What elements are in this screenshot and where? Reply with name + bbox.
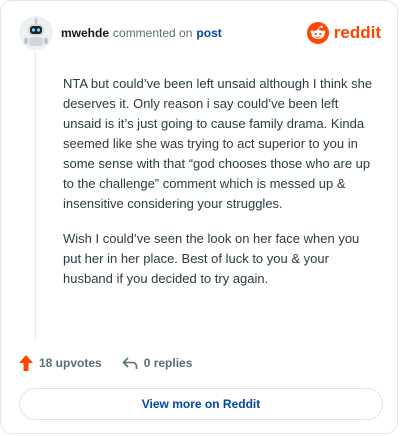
comment-actions: 18 upvotes 0 replies — [19, 353, 192, 373]
comment-header: mwehde commented on post reddit — [19, 15, 381, 51]
upvote-count: 18 upvotes — [39, 356, 102, 370]
comment-meta: mwehde commented on post — [61, 26, 222, 40]
comment-body: NTA but could’ve been left unsaid althou… — [63, 74, 373, 304]
action-text: commented on — [113, 26, 193, 40]
comment-paragraph: Wish I could’ve seen the look on her fac… — [63, 231, 360, 286]
upvote-arrow-icon — [19, 355, 33, 371]
view-more-button[interactable]: View more on Reddit — [19, 388, 383, 420]
thread-line — [35, 51, 36, 341]
reply-button[interactable]: 0 replies — [122, 356, 193, 370]
upvote-button[interactable]: 18 upvotes — [19, 355, 102, 371]
reply-count: 0 replies — [143, 356, 193, 370]
reddit-wordmark: reddit — [333, 23, 381, 42]
username-link[interactable]: mwehde — [61, 26, 109, 40]
comment-paragraph: NTA but could’ve been left unsaid althou… — [63, 76, 373, 211]
reddit-logo-icon — [306, 22, 329, 44]
reddit-brand[interactable]: reddit — [306, 22, 381, 44]
post-link[interactable]: post — [196, 26, 221, 40]
robot-avatar-icon[interactable] — [19, 16, 53, 50]
comment-embed-card: mwehde commented on post reddit NTA but … — [0, 0, 398, 434]
reply-arrow-icon — [122, 357, 138, 369]
